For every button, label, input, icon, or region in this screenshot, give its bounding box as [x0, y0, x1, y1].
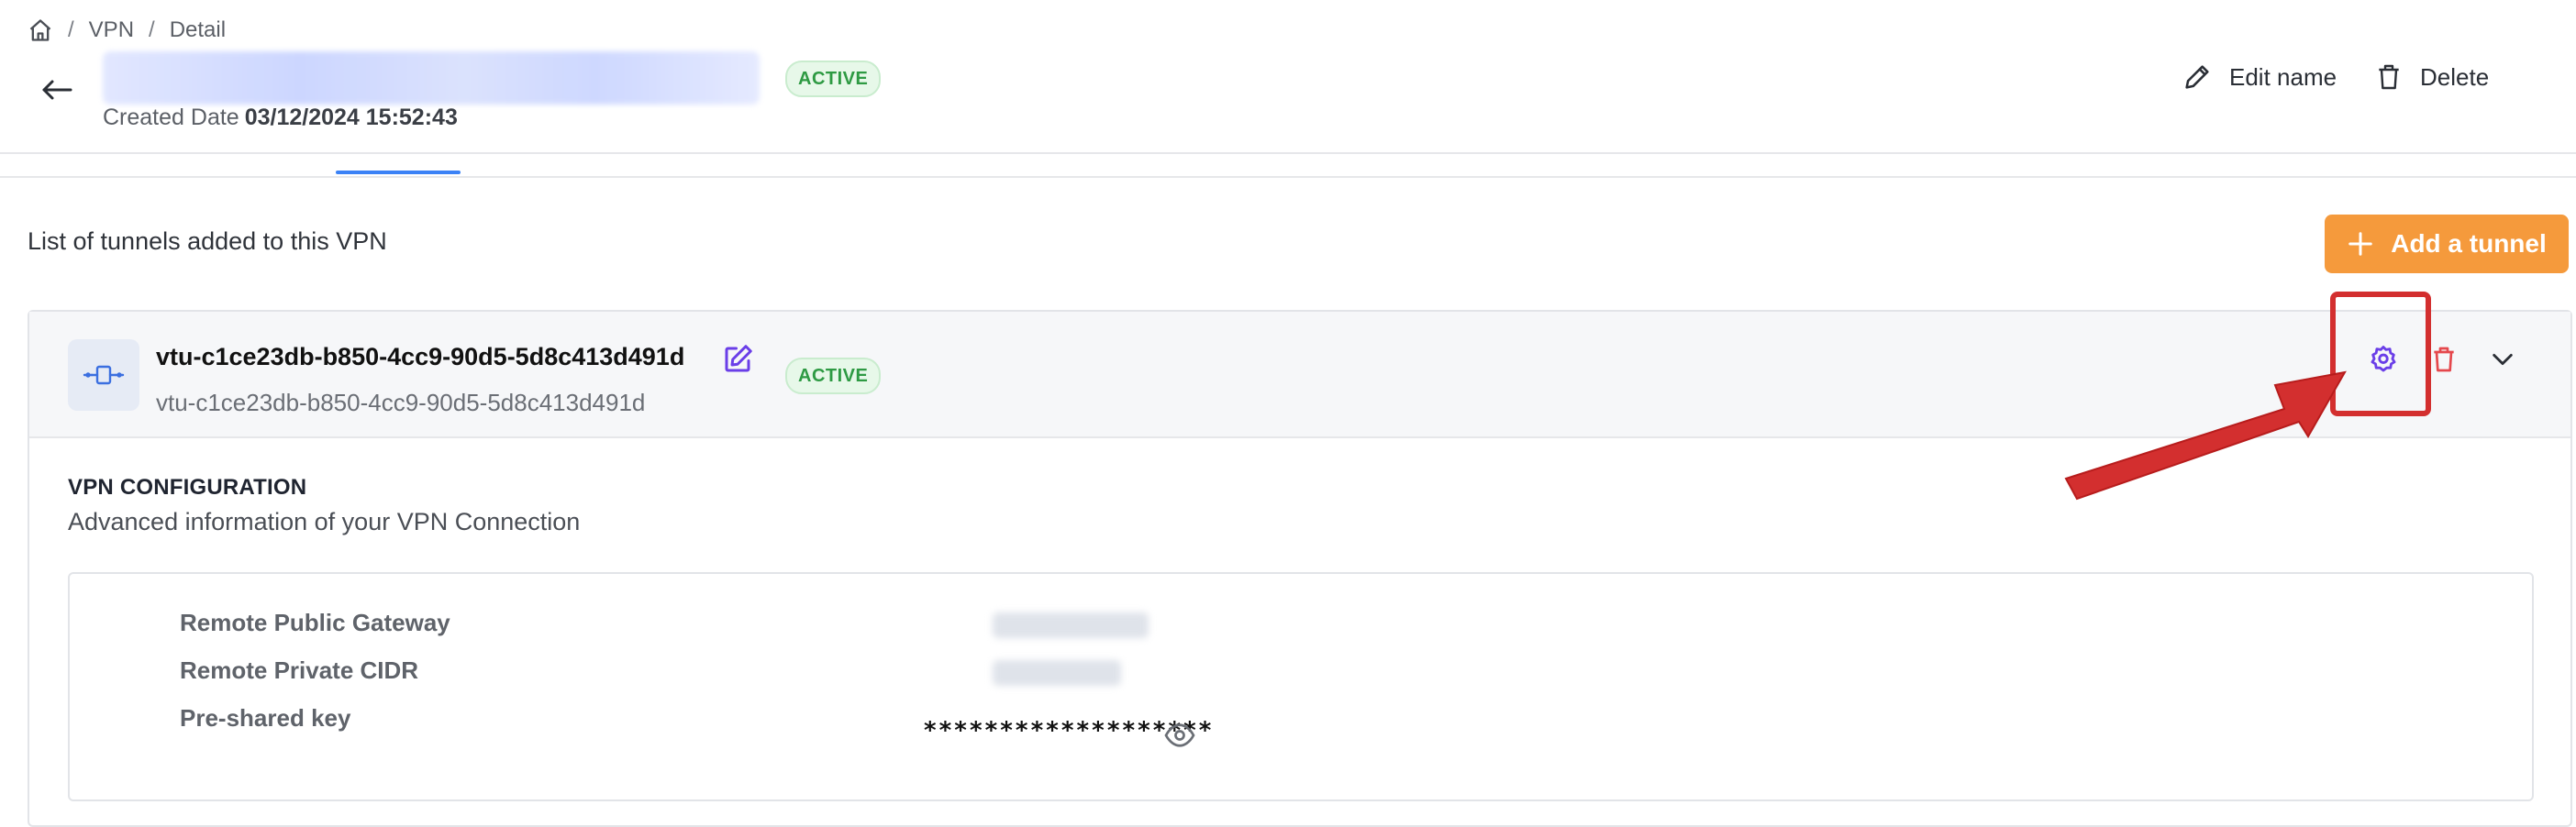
- tunnel-list-title: List of tunnels added to this VPN: [28, 227, 387, 255]
- add-tunnel-label: Add a tunnel: [2391, 229, 2547, 258]
- remote-public-gateway-value: [993, 612, 1149, 638]
- back-arrow-icon[interactable]: [39, 72, 75, 108]
- trash-icon: [2379, 64, 2399, 90]
- remote-private-cidr-value: [993, 660, 1121, 686]
- tunnel-name: vtu-c1ce23db-b850-4cc9-90d5-5d8c413d491d: [156, 343, 685, 370]
- remote-public-gateway-label: Remote Public Gateway: [180, 609, 450, 636]
- vpn-config-title: VPN CONFIGURATION: [68, 475, 307, 500]
- annotation-arrow-icon: [2064, 370, 2347, 501]
- vpn-config-box: Remote Public Gateway Remote Private CID…: [68, 572, 2534, 801]
- tunnel-icon: [68, 339, 139, 411]
- breadcrumb-separator: /: [68, 17, 74, 42]
- tunnel-subtitle: vtu-c1ce23db-b850-4cc9-90d5-5d8c413d491d: [156, 389, 646, 416]
- pre-shared-key-label: Pre-shared key: [180, 704, 351, 732]
- delete-button[interactable]: Delete: [2374, 57, 2489, 97]
- vpn-name-redacted: [103, 51, 760, 105]
- chevron-down-icon[interactable]: [2484, 341, 2521, 378]
- breadcrumb-detail: Detail: [169, 17, 227, 42]
- created-date: Created Date 03/12/2024 15:52:43: [103, 105, 458, 131]
- tunnel-status-badge: ACTIVE: [785, 358, 882, 394]
- status-badge: ACTIVE: [785, 61, 882, 97]
- plus-icon: [2348, 232, 2372, 256]
- edit-name-label: Edit name: [2229, 62, 2337, 91]
- page-header: / VPN / Detail ACTIVE Created Date 03/12/…: [0, 0, 2576, 154]
- created-date-value: 03/12/2024 15:52:43: [244, 105, 458, 130]
- tab-active-indicator: [336, 171, 461, 174]
- breadcrumb: / VPN / Detail: [28, 15, 226, 46]
- edit-square-icon[interactable]: [721, 343, 754, 376]
- breadcrumb-separator: /: [149, 17, 155, 42]
- vpn-config-subtitle: Advanced information of your VPN Connect…: [68, 508, 581, 535]
- add-tunnel-button[interactable]: Add a tunnel: [2325, 215, 2569, 273]
- home-icon[interactable]: [28, 17, 53, 43]
- trash-icon[interactable]: [2426, 341, 2462, 378]
- created-date-label: Created Date: [103, 105, 239, 130]
- remote-private-cidr-label: Remote Private CIDR: [180, 656, 419, 684]
- pencil-icon: [2185, 65, 2209, 89]
- eye-icon[interactable]: [1163, 719, 1196, 752]
- edit-name-button[interactable]: Edit name: [2182, 57, 2337, 97]
- delete-label: Delete: [2420, 62, 2490, 91]
- breadcrumb-vpn[interactable]: VPN: [89, 17, 134, 43]
